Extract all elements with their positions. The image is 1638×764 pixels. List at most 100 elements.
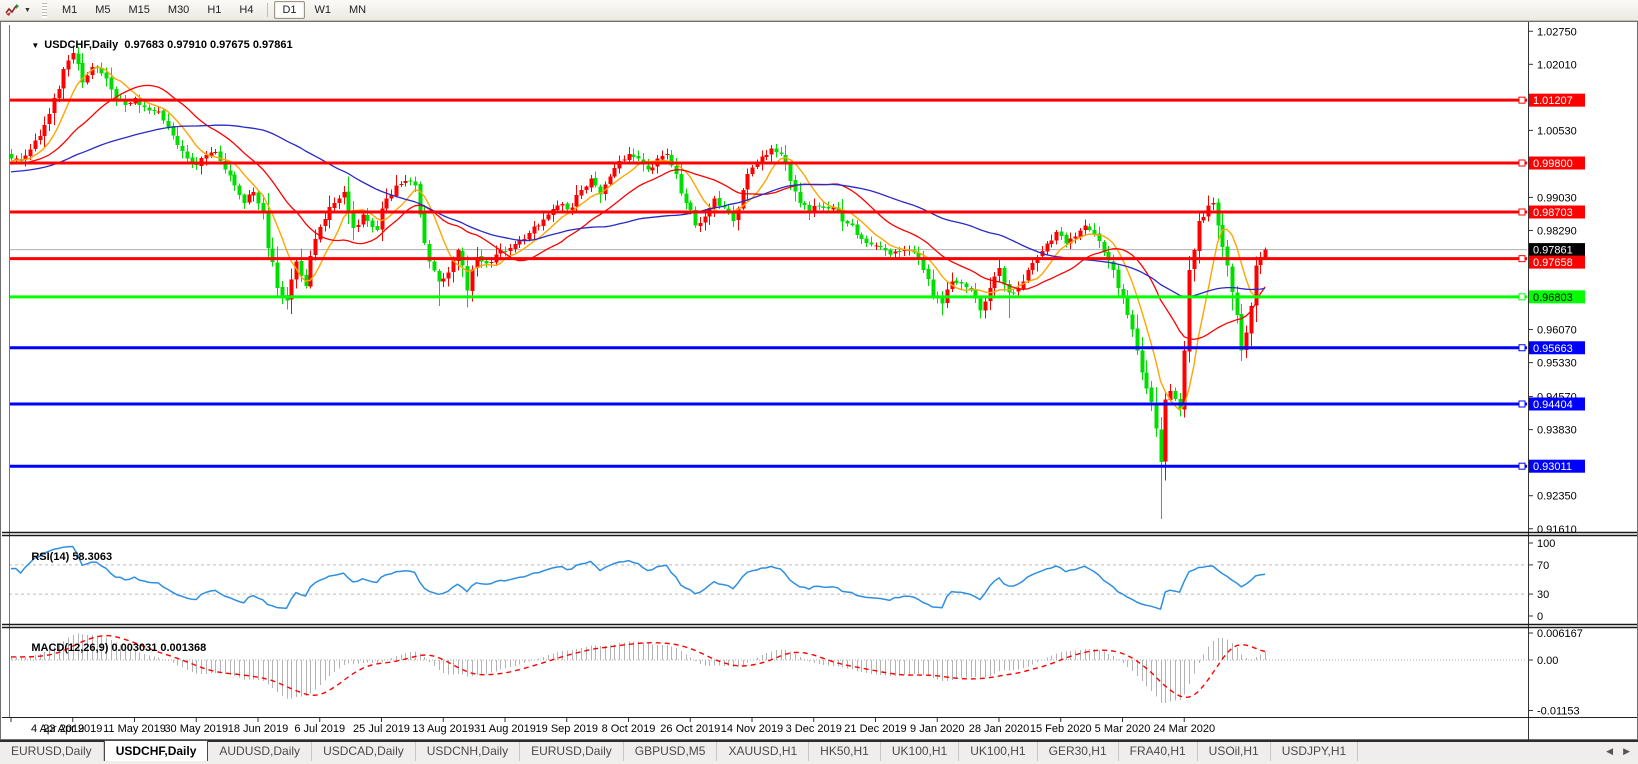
date-tick-label: 23 Apr 2019 [43, 723, 102, 735]
date-tick-label: 21 Dec 2019 [844, 723, 906, 735]
chart-tab-uk100-h1[interactable]: UK100,H1 [959, 742, 1037, 761]
date-axis[interactable]: 4 Apr 201923 Apr 201911 May 201930 May 2… [11, 718, 1215, 735]
rsi-indicator-label: RSI(14) 58.3063 [13, 539, 112, 575]
level-line-handle[interactable] [1519, 401, 1525, 407]
level-line-handle[interactable] [1519, 463, 1525, 469]
chart-tab-usdcad-daily[interactable]: USDCAD,Daily [312, 742, 416, 761]
rsi-name: RSI(14) [31, 551, 69, 563]
macd-name: MACD(12,26,9) [31, 642, 108, 654]
price-tick-label: 0.93830 [1537, 425, 1577, 437]
rsi-line [11, 547, 1265, 610]
timeframe-button-w1[interactable]: W1 [307, 1, 340, 19]
timeframe-button-h4[interactable]: H4 [231, 1, 261, 19]
date-tick-label: 24 Mar 2020 [1153, 723, 1215, 735]
date-tick-label: 11 May 2019 [103, 723, 166, 735]
chart-tab-usdchf-daily[interactable]: USDCHF,Daily [104, 740, 209, 761]
tab-scroll-right-icon[interactable]: ▶ [1623, 746, 1630, 757]
date-tick-label: 31 Aug 2019 [474, 723, 536, 735]
rsi-tick-label: 0 [1537, 611, 1543, 623]
price-tick-label: 0.91610 [1537, 524, 1577, 536]
chart-tab-ger30-h1[interactable]: GER30,H1 [1038, 742, 1119, 761]
level-label: 0.95663 [1533, 343, 1573, 355]
date-tick-label: 26 Oct 2019 [660, 723, 720, 735]
timeframe-button-h1[interactable]: H1 [199, 1, 229, 19]
price-tick-label: 1.00530 [1537, 125, 1577, 137]
timeframe-toolbar: ▼ M1M5M15M30H1H4 D1W1MN [0, 0, 1638, 21]
chart-tab-bar: EURUSD,DailyUSDCHF,DailyAUDUSD,DailyUSDC… [0, 740, 1638, 761]
chart-tab-usdcnh-daily[interactable]: USDCNH,Daily [416, 742, 520, 761]
date-tick-label: 30 May 2019 [164, 723, 228, 735]
date-tick-label: 3 Dec 2019 [786, 723, 842, 735]
tab-scroll-left-icon[interactable]: ◀ [1606, 746, 1613, 757]
macd-tick-label: 0.006167 [1537, 628, 1583, 640]
date-tick-label: 13 Aug 2019 [412, 723, 474, 735]
chart-tab-gbpusd-m5[interactable]: GBPUSD,M5 [624, 742, 718, 761]
date-tick-label: 6 Jul 2019 [294, 723, 345, 735]
level-line-handle[interactable] [1519, 97, 1525, 103]
chart-tab-hk50-h1[interactable]: HK50,H1 [809, 742, 881, 761]
price-tick-label: 0.92350 [1537, 491, 1577, 503]
price-tick-label: 1.02750 [1537, 26, 1577, 38]
chevron-down-icon: ▼ [24, 7, 31, 14]
chart-tab-fra40-h1[interactable]: FRA40,H1 [1119, 742, 1198, 761]
price-tick-label: 1.02010 [1537, 59, 1577, 71]
timeframe-button-m15[interactable]: M15 [121, 1, 158, 19]
chart-tab-audusd-daily[interactable]: AUDUSD,Daily [208, 742, 312, 761]
timeframe-buttons: M1M5M15M30H1H4 D1W1MN [53, 1, 375, 19]
date-tick-label: 19 Sep 2019 [536, 723, 598, 735]
collapse-triangle-icon[interactable]: ▼ [31, 41, 39, 50]
timeframe-button-m5[interactable]: M5 [87, 1, 118, 19]
level-line-handle[interactable] [1519, 345, 1525, 351]
level-line-handle[interactable] [1519, 294, 1525, 300]
toolbar-separator [267, 3, 268, 17]
date-tick-label: 25 Jul 2019 [353, 723, 410, 735]
timeframe-button-d1[interactable]: D1 [274, 1, 304, 19]
mt4-window: ▼ M1M5M15M30H1H4 D1W1MN 1.02750 1.02010 1.0… [0, 0, 1638, 764]
level-label: 0.96803 [1533, 292, 1573, 304]
macd-values: 0.003031 0.001368 [111, 642, 206, 654]
main-price-pane[interactable] [9, 47, 1528, 519]
chart-ohlc-values: 0.97683 0.97910 0.97675 0.97861 [124, 39, 292, 51]
price-tick-label: 0.95330 [1537, 358, 1577, 370]
level-line-handle[interactable] [1519, 209, 1525, 215]
chart-canvas[interactable]: 1.027501.020101.005300.990300.982900.975… [1, 22, 1638, 741]
price-tick-label: 0.96070 [1537, 325, 1577, 337]
chart-type-icon [5, 3, 21, 17]
macd-pane[interactable] [9, 634, 1528, 703]
date-tick-label: 28 Jan 2020 [969, 723, 1030, 735]
date-tick-label: 8 Oct 2019 [602, 723, 656, 735]
rsi-tick-label: 100 [1537, 538, 1555, 550]
level-label: 0.93011 [1533, 461, 1572, 473]
date-tick-label: 9 Jan 2020 [910, 723, 964, 735]
timeframe-button-m30[interactable]: M30 [160, 1, 197, 19]
rsi-tick-label: 70 [1537, 560, 1549, 572]
date-tick-label: 15 Feb 2020 [1030, 723, 1092, 735]
level-line-handle[interactable] [1519, 160, 1525, 166]
macd-indicator-label: MACD(12,26,9) 0.003031 0.001368 [13, 630, 206, 666]
date-tick-label: 18 Jun 2019 [228, 723, 289, 735]
level-label: 0.97658 [1533, 257, 1573, 269]
level-label: 0.98703 [1533, 207, 1573, 219]
chart-frame: 1.027501.020101.005300.990300.982900.975… [0, 21, 1638, 740]
price-axis[interactable]: 1.027501.020101.005300.990300.982900.975… [1528, 26, 1585, 717]
chart-type-dropdown[interactable]: ▼ [2, 2, 34, 18]
macd-tick-label: -0.01153 [1537, 705, 1580, 717]
chart-tab-eurusd-daily[interactable]: EURUSD,Daily [520, 742, 624, 761]
price-tick-label: 0.99030 [1537, 192, 1577, 204]
chart-tab-eurusd-daily[interactable]: EURUSD,Daily [0, 742, 104, 761]
timeframe-button-mn[interactable]: MN [341, 1, 374, 19]
chart-tab-usoil-h1[interactable]: USOil,H1 [1198, 742, 1271, 761]
level-label: 0.99800 [1533, 158, 1573, 170]
level-line-handle[interactable] [1519, 256, 1525, 262]
chart-tab-uk100-h1[interactable]: UK100,H1 [881, 742, 959, 761]
timeframe-button-m1[interactable]: M1 [54, 1, 85, 19]
rsi-pane[interactable] [9, 547, 1528, 610]
price-tick-label: 0.98290 [1537, 225, 1577, 237]
toolbar-grip[interactable] [42, 3, 47, 18]
chart-title: ▼USDCHF,Daily 0.97683 0.97910 0.97675 0.… [13, 27, 293, 63]
chart-tab-usdjpy-h1[interactable]: USDJPY,H1 [1271, 742, 1358, 761]
rsi-tick-label: 30 [1537, 589, 1549, 601]
chart-tab-xauusd-h1[interactable]: XAUUSD,H1 [717, 742, 809, 761]
macd-tick-label: 0.00 [1537, 655, 1558, 667]
date-tick-label: 5 Mar 2020 [1095, 723, 1151, 735]
